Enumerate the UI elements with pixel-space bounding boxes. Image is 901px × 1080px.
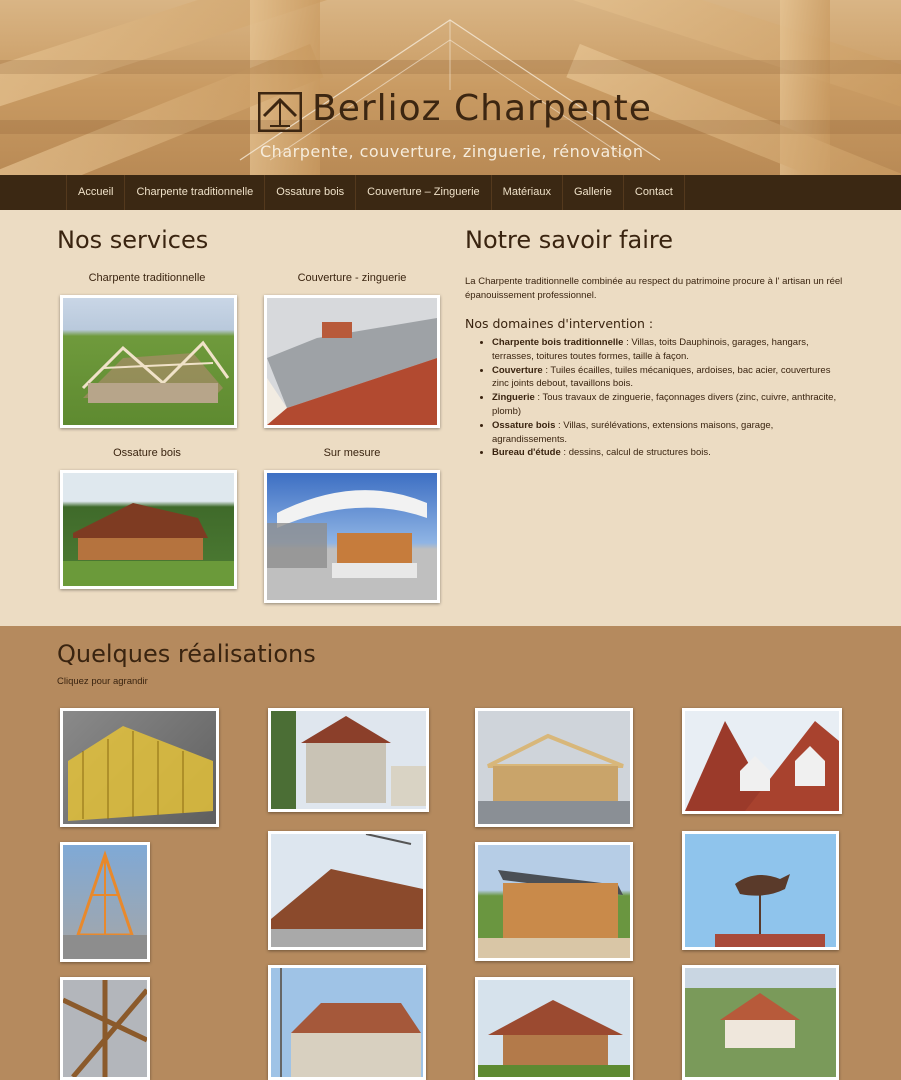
domain-name: Zinguerie	[492, 392, 535, 404]
domain-text: : Tuiles écailles, tuiles mécaniques, ar…	[492, 364, 831, 390]
gallery-image	[478, 733, 630, 824]
roof-frame-illustration	[81, 340, 230, 403]
couverture-zinguerie-photo[interactable]	[264, 295, 440, 428]
gallery-thumbnail[interactable]	[268, 965, 426, 1080]
gallery-thumbnail[interactable]	[475, 977, 633, 1080]
gallery-thumbnail[interactable]	[475, 842, 633, 961]
gallery-image	[685, 721, 839, 811]
nav-item-charpente-traditionnelle[interactable]: Charpente traditionnelle	[125, 175, 266, 210]
sur-mesure-photo[interactable]	[264, 470, 440, 603]
domain-item: Bureau d'étude : dessins, calcul de stru…	[492, 446, 847, 460]
nav-item-gallerie[interactable]: Gallerie	[563, 175, 624, 210]
domain-item: Zinguerie : Tous travaux de zinguerie, f…	[492, 391, 847, 419]
domain-name: Bureau d'étude	[492, 447, 561, 459]
domain-item: Couverture : Tuiles écailles, tuiles méc…	[492, 364, 847, 392]
nav-item-couverture-zinguerie[interactable]: Couverture – Zinguerie	[356, 175, 492, 210]
domain-item: Ossature bois : Villas, surélévations, e…	[492, 419, 847, 447]
gallery-image	[715, 874, 825, 947]
gallery-image	[63, 980, 147, 1077]
site-logo[interactable]: Berlioz Charpente Charpente, couverture,…	[258, 86, 658, 166]
domain-text: : Tous travaux de zinguerie, façonnages …	[492, 392, 837, 417]
nav-item-materiaux[interactable]: Matériaux	[492, 175, 563, 210]
services-heading: Nos services	[57, 226, 209, 254]
gallery-image	[685, 968, 836, 1048]
domain-text: : dessins, calcul de structures bois.	[560, 447, 711, 459]
service-label: Sur mesure	[323, 447, 381, 459]
logo-house-icon	[258, 92, 302, 132]
realisations-subtitle: Cliquez pour agrandir	[57, 676, 148, 687]
domain-name: Ossature bois	[492, 419, 556, 431]
custom-structure-illustration	[267, 490, 427, 578]
main-navigation: Accueil Charpente traditionnelle Ossatur…	[0, 175, 901, 210]
nav-item-ossature-bois[interactable]: Ossature bois	[265, 175, 357, 210]
domain-name: Couverture	[492, 364, 543, 376]
realisations-section: Quelques réalisations Cliquez pour agran…	[0, 626, 901, 1080]
gallery-image	[478, 1000, 630, 1077]
service-label: Couverture - zinguerie	[297, 272, 407, 284]
realisations-heading: Quelques réalisations	[57, 640, 316, 668]
gallery-image	[271, 834, 423, 947]
gallery-thumbnail[interactable]	[60, 708, 219, 827]
site-title: Berlioz Charpente	[312, 88, 652, 129]
gallery-image	[280, 968, 421, 1077]
charpente-traditionnelle-photo[interactable]	[60, 295, 237, 428]
gallery-thumbnail[interactable]	[682, 831, 839, 950]
wood-house-illustration	[63, 503, 234, 586]
domain-item: Charpente bois traditionnelle : Villas, …	[492, 336, 847, 364]
gallery-image	[271, 711, 426, 809]
site-header: Berlioz Charpente Charpente, couverture,…	[0, 0, 901, 175]
ossature-bois-photo[interactable]	[60, 470, 237, 589]
service-label: Charpente traditionnelle	[88, 272, 206, 284]
services-section: Nos services Charpente traditionnelle Co…	[0, 210, 901, 626]
service-label: Ossature bois	[113, 447, 181, 459]
domains-list: Charpente bois traditionnelle : Villas, …	[492, 336, 847, 460]
savoir-faire-heading: Notre savoir faire	[465, 226, 673, 254]
roof-zinc-illustration	[267, 318, 437, 425]
savoir-faire-intro: La Charpente traditionnelle combinée au …	[465, 276, 843, 301]
domains-heading: Nos domaines d'intervention :	[465, 316, 654, 331]
nav-item-contact[interactable]: Contact	[624, 175, 685, 210]
gallery-thumbnail[interactable]	[268, 831, 426, 950]
gallery-thumbnail[interactable]	[60, 977, 150, 1080]
gallery-image	[63, 850, 147, 959]
gallery-image	[68, 726, 213, 821]
gallery-thumbnail[interactable]	[682, 965, 839, 1080]
gallery-thumbnail[interactable]	[60, 842, 150, 962]
gallery-image	[478, 870, 630, 958]
nav-item-accueil[interactable]: Accueil	[67, 175, 126, 210]
gallery-thumbnail[interactable]	[682, 708, 842, 814]
gallery-thumbnail[interactable]	[475, 708, 633, 827]
domain-name: Charpente bois traditionnelle	[492, 337, 624, 348]
site-subtitle: Charpente, couverture, zinguerie, rénova…	[260, 142, 644, 161]
gallery-thumbnail[interactable]	[268, 708, 429, 812]
